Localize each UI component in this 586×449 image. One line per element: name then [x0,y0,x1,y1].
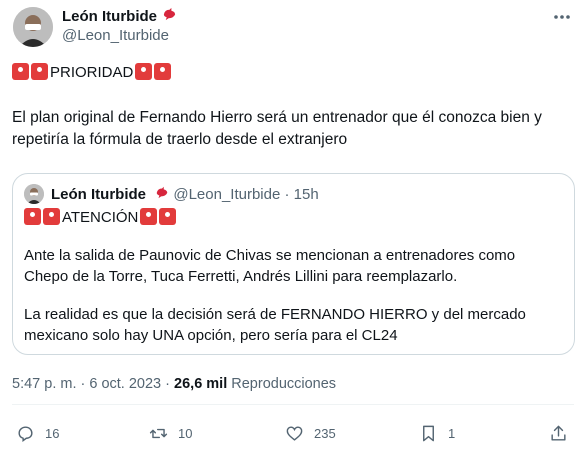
quoted-time[interactable]: 15h [294,186,319,203]
siren-emoji-icon [43,208,60,225]
quoted-headline: ATENCIÓN [24,207,178,228]
siren-emoji-icon [24,208,41,225]
reply-button[interactable]: 16 [16,424,59,443]
separator: · [284,186,290,203]
quoted-text-line: mexicano solo hay UNA opción, pero sería… [24,327,398,344]
quoted-author-avatar[interactable] [24,184,44,204]
like-icon [286,426,303,441]
bird-icon [162,6,177,26]
retweet-icon [149,428,168,439]
author-avatar[interactable] [13,7,53,47]
bookmark-count: 1 [448,426,456,441]
siren-emoji-icon [159,208,177,225]
views-label: Reproducciones [231,376,337,392]
tweet-headline: PRIORIDAD [12,63,173,83]
quoted-author-name[interactable]: León Iturbide [51,186,146,203]
author-handle[interactable]: @Leon_Iturbide [62,26,169,46]
timestamp[interactable]: 5:47 p. m. · 6 oct. 2023 [12,376,161,392]
quoted-header: León Iturbide @Leon_Iturbide · 15h [51,185,319,204]
author-name[interactable]: León Iturbide [62,6,177,27]
siren-emoji-icon [31,63,48,80]
divider [12,404,574,405]
like-button[interactable]: 235 [285,424,336,443]
reply-count: 16 [45,426,60,441]
siren-emoji-icon [135,63,153,80]
share-icon [551,425,566,441]
quoted-text-line: La realidad es que la decisión será de F… [24,306,526,323]
bookmark-icon [423,425,434,442]
quoted-tweet[interactable]: León Iturbide @Leon_Iturbide · 15h ATENC… [12,173,575,355]
quoted-text-line: Chepo de la Torre, Tuca Ferretti, Andrés… [24,268,458,285]
tweet-meta: 5:47 p. m. · 6 oct. 2023 · 26,6 mil Repr… [12,374,336,394]
siren-emoji-icon [154,63,172,80]
bookmark-button[interactable]: 1 [419,424,455,443]
retweet-button[interactable]: 10 [149,424,192,443]
retweet-count: 10 [178,426,193,441]
more-options-icon[interactable] [552,7,572,32]
tweet-body: El plan original de Fernando Hierro será… [12,109,542,148]
siren-emoji-icon [12,63,29,80]
share-button[interactable] [549,424,578,443]
quoted-text-line: Ante la salida de Paunovic de Chivas se … [24,247,516,264]
bird-icon [155,185,169,203]
siren-emoji-icon [140,208,158,225]
like-count: 235 [314,426,336,441]
separator: · [165,376,170,392]
reply-icon [18,426,33,443]
views-count: 26,6 mil [174,376,228,392]
quoted-author-handle[interactable]: @Leon_Iturbide [173,186,280,203]
